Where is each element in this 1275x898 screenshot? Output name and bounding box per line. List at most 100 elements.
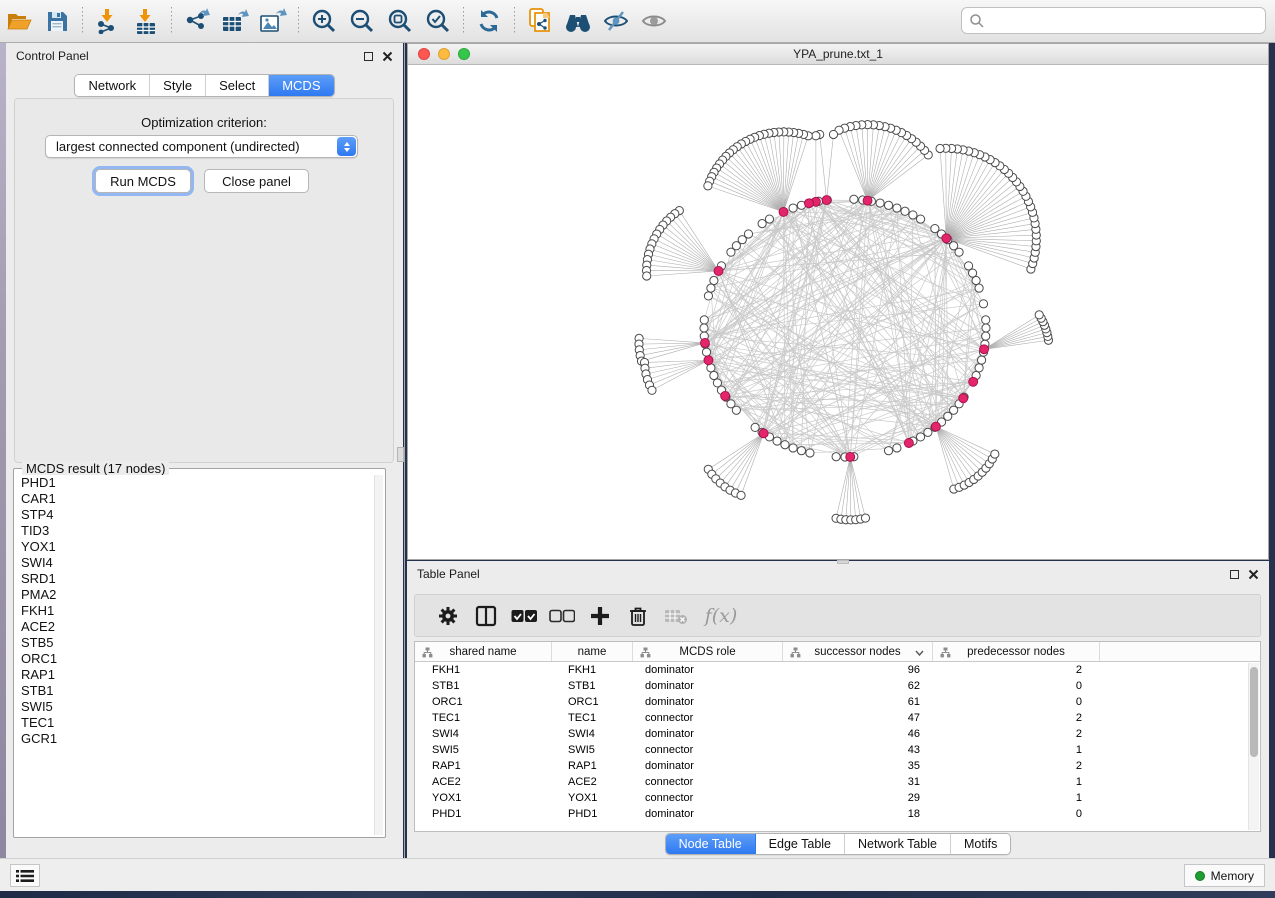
network-node[interactable] <box>893 444 901 452</box>
create-column-button[interactable] <box>581 598 619 634</box>
table-cell[interactable]: connector <box>633 790 783 806</box>
table-cell[interactable]: 29 <box>783 790 933 806</box>
table-cell[interactable]: connector <box>633 742 783 758</box>
network-node[interactable] <box>765 215 773 223</box>
table-cell[interactable]: SWI5 <box>415 742 552 758</box>
mcds-result-item[interactable]: ACE2 <box>16 619 373 635</box>
export-network-button[interactable] <box>178 3 216 39</box>
table-cell[interactable]: 0 <box>933 678 1100 694</box>
table-cell[interactable]: STB1 <box>552 678 633 694</box>
network-node[interactable] <box>884 201 892 209</box>
memory-button[interactable]: Memory <box>1184 864 1265 887</box>
table-cell[interactable]: connector <box>633 774 783 790</box>
mcds-dominator-node[interactable] <box>931 422 940 431</box>
table-row[interactable]: SWI5SWI5connector431 <box>415 742 1260 758</box>
network-node[interactable] <box>876 199 884 207</box>
mcds-result-item[interactable]: SRD1 <box>16 571 373 587</box>
import-table-button[interactable] <box>127 3 165 39</box>
network-node[interactable] <box>789 204 797 212</box>
search-input[interactable] <box>961 7 1266 34</box>
network-node[interactable] <box>977 356 985 364</box>
table-cell[interactable]: 1 <box>933 742 1100 758</box>
table-cell[interactable]: FKH1 <box>552 662 633 678</box>
network-node[interactable] <box>643 272 651 280</box>
close-panel-icon[interactable] <box>382 51 393 62</box>
mcds-result-item[interactable]: YOX1 <box>16 539 373 555</box>
table-cell[interactable]: 2 <box>933 710 1100 726</box>
network-node[interactable] <box>832 453 840 461</box>
mcds-dominator-node[interactable] <box>942 234 951 243</box>
column-header-name[interactable]: name <box>552 642 633 661</box>
table-cell[interactable]: dominator <box>633 758 783 774</box>
table-row[interactable]: STB1STB1dominator620 <box>415 678 1260 694</box>
table-cell[interactable]: 47 <box>783 710 933 726</box>
table-cell[interactable]: PHD1 <box>415 806 552 822</box>
mcds-result-item[interactable]: STP4 <box>16 507 373 523</box>
tab-node-table[interactable]: Node Table <box>666 834 756 854</box>
network-canvas[interactable] <box>408 65 1268 559</box>
table-cell[interactable]: 43 <box>783 742 933 758</box>
table-cell[interactable]: 1 <box>933 790 1100 806</box>
table-cell[interactable]: ACE2 <box>415 774 552 790</box>
import-network-button[interactable] <box>89 3 127 39</box>
network-node[interactable] <box>732 406 740 414</box>
tab-mcds[interactable]: MCDS <box>269 75 333 96</box>
network-node[interactable] <box>972 276 980 284</box>
table-cell[interactable]: 61 <box>783 694 933 710</box>
network-node[interactable] <box>648 386 656 394</box>
tab-select[interactable]: Select <box>206 75 269 96</box>
network-node[interactable] <box>975 284 983 292</box>
mcds-dominator-node[interactable] <box>904 438 913 447</box>
network-node[interactable] <box>916 433 924 441</box>
table-cell[interactable]: 96 <box>783 662 933 678</box>
table-cell[interactable]: 18 <box>783 806 933 822</box>
panel-divider-grip[interactable] <box>397 447 404 462</box>
network-node[interactable] <box>702 348 710 356</box>
select-all-rows-button[interactable] <box>505 598 543 634</box>
mcds-dominator-node[interactable] <box>714 266 723 275</box>
table-cell[interactable]: SWI5 <box>552 742 633 758</box>
table-cell[interactable]: ORC1 <box>415 694 552 710</box>
network-node[interactable] <box>758 220 766 228</box>
table-cell[interactable]: dominator <box>633 806 783 822</box>
table-cell[interactable]: RAP1 <box>415 758 552 774</box>
export-image-button[interactable] <box>254 3 292 39</box>
table-cell[interactable]: STB1 <box>415 678 552 694</box>
mcds-result-item[interactable]: PMA2 <box>16 587 373 603</box>
table-cell[interactable]: dominator <box>633 694 783 710</box>
mcds-result-item[interactable]: GCR1 <box>16 731 373 747</box>
network-node[interactable] <box>710 371 718 379</box>
show-column-panel-button[interactable] <box>467 598 505 634</box>
show-task-history-button[interactable] <box>10 864 40 887</box>
table-row[interactable]: FKH1FKH1dominator962 <box>415 662 1260 678</box>
network-node[interactable] <box>850 195 858 203</box>
mcds-result-item[interactable]: STB5 <box>16 635 373 651</box>
column-header-successor-nodes[interactable]: successor nodes <box>783 642 933 661</box>
table-cell[interactable]: 2 <box>933 758 1100 774</box>
float-panel-icon[interactable] <box>364 52 373 61</box>
network-node[interactable] <box>704 292 712 300</box>
network-node[interactable] <box>751 423 759 431</box>
mcds-result-item[interactable]: TID3 <box>16 523 373 539</box>
deselect-all-rows-button[interactable] <box>543 598 581 634</box>
network-node[interactable] <box>700 324 708 332</box>
table-cell[interactable]: 1 <box>933 774 1100 790</box>
network-node[interactable] <box>797 447 805 455</box>
mcds-dominator-node[interactable] <box>863 196 872 205</box>
network-node[interactable] <box>901 207 909 215</box>
table-cell[interactable]: 62 <box>783 678 933 694</box>
tab-network[interactable]: Network <box>75 75 150 96</box>
export-table-button[interactable] <box>216 3 254 39</box>
network-node[interactable] <box>861 514 869 522</box>
table-row[interactable]: ORC1ORC1dominator610 <box>415 694 1260 710</box>
table-cell[interactable]: 31 <box>783 774 933 790</box>
mcds-dominator-node[interactable] <box>704 356 713 365</box>
refresh-layout-button[interactable] <box>470 3 508 39</box>
table-cell[interactable]: TEC1 <box>552 710 633 726</box>
optimization-criterion-select[interactable]: largest connected component (undirected) <box>45 135 358 158</box>
function-builder-button[interactable]: f(x) <box>695 598 747 634</box>
table-cell[interactable]: dominator <box>633 678 783 694</box>
tab-network-table[interactable]: Network Table <box>845 834 951 854</box>
table-settings-button[interactable] <box>429 598 467 634</box>
save-session-button[interactable] <box>38 3 76 39</box>
